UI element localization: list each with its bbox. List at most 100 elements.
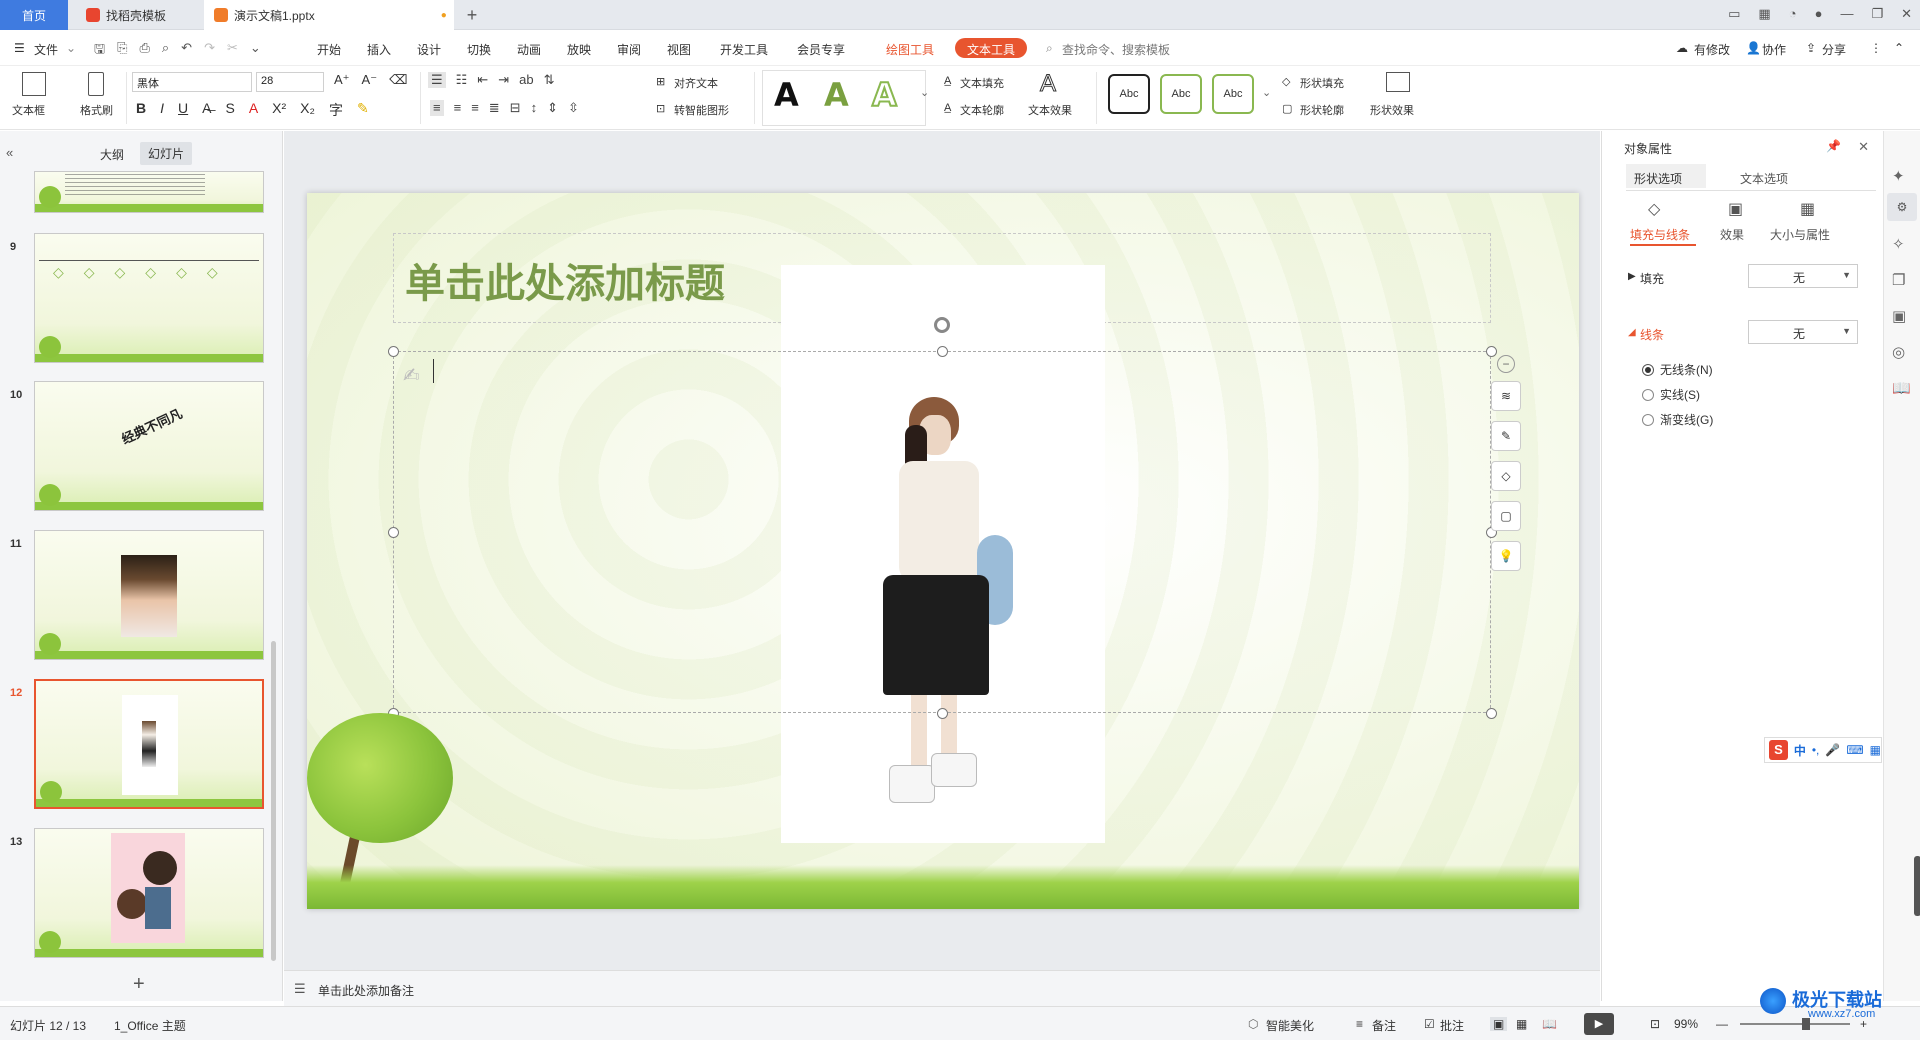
tab-text-options[interactable]: 文本选项 [1740, 170, 1788, 187]
rotate-handle-icon[interactable] [934, 317, 950, 333]
smart-shape-button[interactable]: 转智能图形 [674, 102, 729, 118]
book-icon[interactable]: 📖 [1892, 379, 1911, 397]
notes-toggle-button[interactable]: 备注 [1372, 1017, 1396, 1034]
side-slider[interactable] [1914, 856, 1920, 916]
slide-thumb-13[interactable] [34, 828, 264, 958]
wordart-style-black[interactable]: A [774, 76, 799, 114]
indent-icon[interactable]: ⇥ [498, 72, 509, 88]
zoom-out-icon[interactable]: — [1716, 1017, 1728, 1031]
save-icon[interactable]: 🖫 [94, 40, 105, 62]
shape-effect-icon[interactable] [1386, 72, 1410, 92]
fill-label[interactable]: 填充 [1640, 270, 1664, 287]
hamburger-icon[interactable]: ☰ [14, 41, 25, 55]
slide-thumb-10[interactable]: 经典不同凡 [34, 381, 264, 511]
slide-title[interactable]: 单击此处添加标题 [405, 251, 725, 309]
microphone-icon[interactable]: 🎤 [1825, 743, 1840, 757]
layout-icon[interactable]: ▭ [1728, 6, 1740, 22]
slide-thumb-9[interactable]: ◇◇◇◇◇◇ [34, 233, 264, 363]
content-placeholder[interactable] [393, 351, 1491, 713]
changes-button[interactable]: 有修改 [1694, 41, 1730, 58]
tab-slides[interactable]: 幻灯片 [140, 142, 193, 165]
italic-icon[interactable]: I [160, 100, 164, 120]
radio-solid-line[interactable]: 实线(S) [1642, 386, 1700, 403]
line-select[interactable]: 无 ▼ [1748, 320, 1858, 344]
menu-design[interactable]: 设计 [417, 41, 441, 58]
slide-thumb-12[interactable] [34, 679, 264, 809]
shrink-font-icon[interactable]: A⁻ [362, 72, 378, 88]
menu-animation[interactable]: 动画 [517, 41, 541, 58]
fit-window-icon[interactable]: ⊡ [1650, 1017, 1660, 1031]
superscript-icon[interactable]: X² [272, 100, 286, 120]
tab-shape-options[interactable]: 形状选项 [1626, 164, 1706, 190]
highlight-icon[interactable]: ✎ [357, 100, 369, 120]
menu-file[interactable]: 文件 [34, 41, 58, 58]
punctuation-icon[interactable]: •, [1812, 743, 1820, 757]
minimize-icon[interactable]: — [1840, 6, 1853, 22]
subtab-effect[interactable]: 效果 [1720, 226, 1744, 243]
shape-style-1[interactable]: Abc [1108, 74, 1150, 114]
menu-view[interactable]: 视图 [667, 41, 691, 58]
font-color-icon[interactable]: A [249, 100, 258, 120]
bullets-icon[interactable]: ☰ [428, 72, 446, 88]
collapse-pane-icon[interactable]: « [6, 145, 13, 160]
textbox-icon[interactable] [22, 72, 46, 96]
tab-home[interactable]: 首页 [0, 0, 68, 30]
tab-document[interactable]: 演示文稿1.pptx ● [204, 0, 454, 30]
chevron-down-icon[interactable]: ⌄ [66, 41, 76, 55]
text-direction-icon[interactable]: ab [519, 72, 533, 88]
radio-no-line[interactable]: 无线条(N) [1642, 361, 1713, 378]
align-left-icon[interactable]: ≡ [430, 100, 444, 116]
print-preview-icon[interactable]: ⌕ [162, 40, 169, 62]
clear-format-icon[interactable]: ✂ [227, 40, 238, 62]
play-slideshow-icon[interactable]: ▶ [1584, 1013, 1614, 1035]
align-text-button[interactable]: 对齐文本 [674, 75, 718, 91]
shape-effect-button[interactable]: 形状效果 [1370, 102, 1414, 118]
shape-style-more-icon[interactable]: ⌄ [1262, 86, 1271, 99]
close-panel-icon[interactable]: ✕ [1858, 139, 1869, 155]
justify-icon[interactable]: ≣ [489, 100, 500, 116]
image-tools-icon[interactable]: ▣ [1892, 307, 1906, 325]
eraser-icon[interactable]: ⌫ [389, 72, 407, 88]
menu-insert[interactable]: 插入 [367, 41, 391, 58]
text-effect-button[interactable]: 文本效果 [1028, 102, 1072, 118]
ime-chinese-label[interactable]: 中 [1794, 742, 1806, 759]
location-icon[interactable]: ◎ [1892, 343, 1905, 361]
line-spacing-icon[interactable]: ↕ [531, 100, 538, 116]
add-slide-button[interactable]: + [133, 973, 145, 996]
line-label[interactable]: 线条 [1640, 326, 1664, 343]
export-pdf-icon[interactable]: ⎘ [117, 40, 127, 62]
share-button[interactable]: 分享 [1822, 41, 1846, 58]
skin-icon[interactable]: ◔ [1789, 6, 1797, 22]
wordart-style-green[interactable]: A [824, 76, 849, 114]
menu-text-tools[interactable]: 文本工具 [955, 38, 1028, 58]
grow-font-icon[interactable]: A⁺ [334, 72, 350, 88]
undo-icon[interactable]: ↶ [181, 40, 192, 62]
text-outline-button[interactable]: 文本轮廓 [960, 102, 1004, 118]
shape-fill-button[interactable]: 形状填充 [1300, 75, 1344, 91]
font-name-select[interactable]: 黑体 [132, 72, 252, 92]
ime-menu-icon[interactable]: ▦ [1870, 743, 1881, 757]
tab-daoke-template[interactable]: 找稻壳模板 [72, 0, 202, 30]
shape-style-3[interactable]: Abc [1212, 74, 1254, 114]
print-icon[interactable]: ⎙ [139, 40, 149, 62]
user-avatar-icon[interactable]: ● [1815, 6, 1823, 22]
format-painter-label[interactable]: 格式刷 [80, 102, 113, 118]
copy-icon[interactable]: ❐ [1892, 271, 1905, 289]
zoom-level[interactable]: 99% [1674, 1017, 1698, 1031]
resize-handle[interactable] [1486, 346, 1497, 357]
restore-icon[interactable]: ❐ [1871, 6, 1883, 22]
slide-thumb-11[interactable] [34, 530, 264, 660]
shape-style-2[interactable]: Abc [1160, 74, 1202, 114]
subscript-icon[interactable]: X₂ [300, 100, 315, 120]
outdent-icon[interactable]: ⇤ [477, 72, 488, 88]
paragraph-spacing-icon[interactable]: ⇕ [547, 100, 558, 116]
smart-beautify-button[interactable]: 智能美化 [1266, 1017, 1314, 1034]
menu-slideshow[interactable]: 放映 [567, 41, 591, 58]
menu-drawing-tools[interactable]: 绘图工具 [886, 41, 934, 58]
distribute-icon[interactable]: ⊟ [510, 100, 521, 116]
command-search[interactable]: 查找命令、搜索模板 [1062, 41, 1170, 58]
font-size-select[interactable]: 28 [256, 72, 324, 92]
expand-line-icon[interactable]: ◢ [1628, 327, 1636, 338]
close-icon[interactable]: ✕ [1901, 6, 1912, 22]
idea-bulb-icon[interactable]: 💡 [1491, 541, 1521, 571]
